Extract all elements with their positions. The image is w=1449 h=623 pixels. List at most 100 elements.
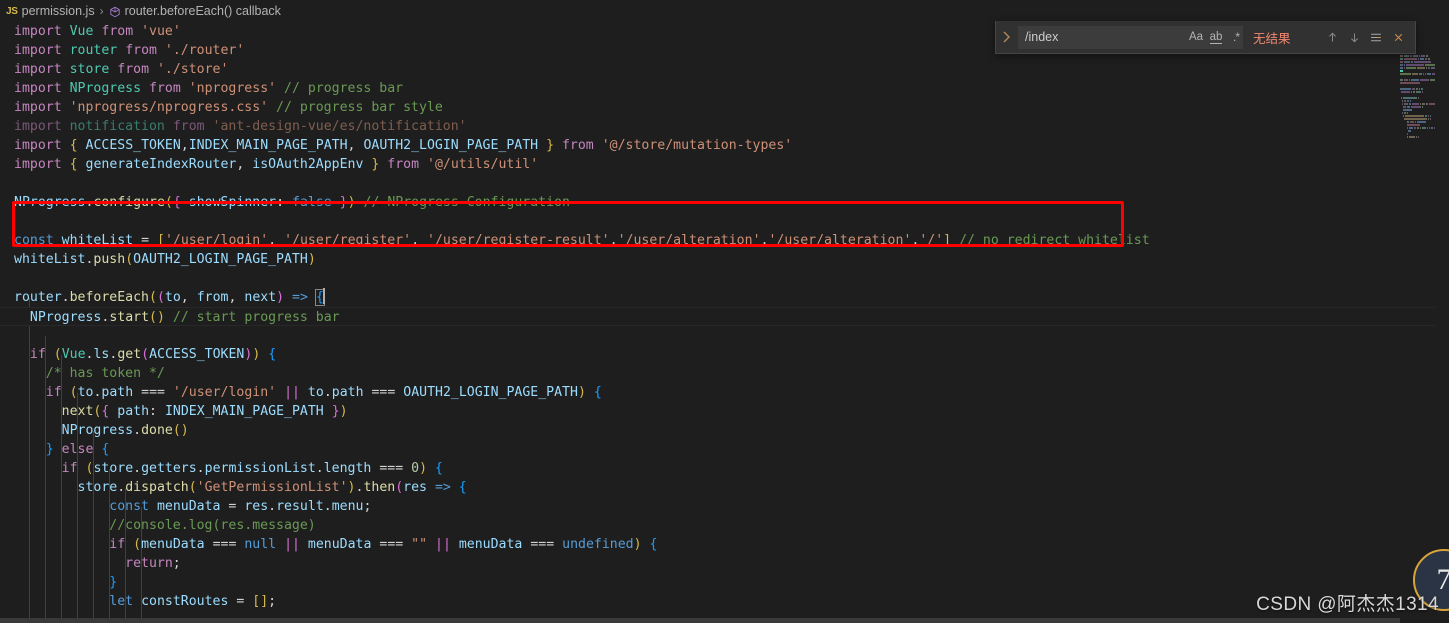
minimap-token bbox=[1426, 73, 1432, 75]
minimap-token bbox=[1404, 67, 1406, 69]
code-line: next({ path: INDEX_MAIN_PAGE_PATH }) bbox=[61, 404, 348, 419]
minimap-token bbox=[1403, 109, 1412, 111]
find-input[interactable] bbox=[1019, 26, 1186, 48]
minimap-token bbox=[1433, 127, 1435, 129]
match-case-icon[interactable]: Aa bbox=[1186, 28, 1206, 47]
minimap-token bbox=[1409, 55, 1412, 57]
code-editor[interactable]: import Vue from 'vue' import router from… bbox=[0, 22, 1449, 623]
minimap-token bbox=[1408, 127, 1414, 129]
horizontal-scrollbar[interactable] bbox=[0, 618, 1400, 623]
minimap-token bbox=[1417, 67, 1425, 69]
minimap-token bbox=[1429, 127, 1431, 129]
vscode-editor-window: JS permission.js › router.beforeEach() c… bbox=[0, 0, 1449, 623]
minimap-token bbox=[1421, 103, 1426, 105]
minimap-token bbox=[1429, 79, 1435, 81]
js-file-icon: JS bbox=[6, 5, 18, 17]
minimap-token bbox=[1416, 127, 1419, 129]
minimap-token bbox=[1419, 55, 1421, 57]
code-line: whiteList.push(OAUTH2_LOGIN_PAGE_PATH) bbox=[14, 252, 316, 267]
minimap-token bbox=[1419, 103, 1421, 105]
overview-ruler[interactable] bbox=[1435, 44, 1449, 623]
minimap-token bbox=[1404, 61, 1411, 63]
code-line: import notification from 'ant-design-vue… bbox=[14, 119, 467, 134]
minimap-token bbox=[1404, 100, 1406, 102]
minimap-token bbox=[1404, 58, 1417, 60]
breadcrumb-separator: › bbox=[99, 4, 104, 18]
minimap-token bbox=[1405, 115, 1425, 117]
minimap-token bbox=[1407, 112, 1409, 114]
code-line: NProgress.done() bbox=[61, 423, 189, 438]
minimap-token bbox=[1410, 121, 1415, 123]
previous-match-icon[interactable] bbox=[1321, 26, 1343, 48]
code-content: import Vue from 'vue' import router from… bbox=[0, 22, 1449, 623]
minimap-token bbox=[1404, 103, 1409, 105]
minimap-token bbox=[1426, 55, 1428, 57]
code-line: router.beforeEach((to, from, next) => { bbox=[14, 288, 325, 306]
minimap-token bbox=[1411, 103, 1419, 105]
minimap-token bbox=[1417, 97, 1419, 99]
use-regex-icon[interactable]: .* bbox=[1226, 28, 1246, 47]
minimap-token bbox=[1403, 115, 1405, 117]
code-line: store.dispatch('GetPermissionList').then… bbox=[77, 480, 467, 495]
minimap-token bbox=[1417, 136, 1420, 138]
minimap-token bbox=[1420, 58, 1425, 60]
next-match-icon[interactable] bbox=[1343, 26, 1365, 48]
minimap-token bbox=[1414, 61, 1431, 63]
minimap-token bbox=[1427, 115, 1429, 117]
find-actions bbox=[1321, 26, 1415, 48]
toggle-replace-icon[interactable] bbox=[996, 21, 1016, 53]
match-whole-word-icon[interactable]: ab bbox=[1206, 28, 1226, 47]
minimap-token bbox=[1422, 106, 1424, 108]
minimap-token bbox=[1402, 103, 1404, 105]
minimap-token bbox=[1416, 91, 1421, 93]
minimap-token bbox=[1404, 112, 1407, 114]
code-line: import store from './store' bbox=[14, 62, 229, 77]
find-widget[interactable]: Aa ab .* 无结果 bbox=[995, 21, 1416, 54]
minimap-token bbox=[1424, 64, 1435, 66]
minimap-token bbox=[1402, 112, 1404, 114]
code-line: if (to.path === '/user/login' || to.path… bbox=[45, 385, 602, 400]
breadcrumb-file-name[interactable]: permission.js bbox=[22, 4, 95, 18]
code-line: if (store.getters.permissionList.length … bbox=[61, 461, 443, 476]
minimap-token bbox=[1406, 64, 1424, 66]
minimap[interactable] bbox=[1400, 44, 1435, 623]
minimap-token bbox=[1417, 58, 1420, 60]
minimap-token bbox=[1417, 121, 1426, 123]
minimap-token bbox=[1426, 127, 1429, 129]
minimap-token bbox=[1414, 127, 1416, 129]
minimap-token bbox=[1412, 88, 1415, 90]
minimap-token bbox=[1412, 91, 1416, 93]
minimap-token bbox=[1400, 67, 1404, 69]
minimap-token bbox=[1409, 79, 1411, 81]
minimap-token bbox=[1407, 106, 1410, 108]
code-line-current: NProgress.start() // start progress bar bbox=[0, 307, 1449, 326]
code-line: let constRoutes = []; bbox=[109, 594, 277, 609]
minimap-token bbox=[1410, 100, 1412, 102]
minimap-token bbox=[1425, 67, 1427, 69]
minimap-token bbox=[1400, 58, 1404, 60]
minimap-token bbox=[1425, 58, 1427, 60]
code-line: const menuData = res.result.menu; bbox=[109, 499, 372, 514]
minimap-token bbox=[1402, 100, 1404, 102]
minimap-token bbox=[1403, 106, 1407, 108]
minimap-token bbox=[1400, 64, 1404, 66]
minimap-token bbox=[1412, 55, 1419, 57]
minimap-token bbox=[1404, 118, 1428, 120]
minimap-token bbox=[1409, 103, 1411, 105]
minimap-token bbox=[1431, 127, 1433, 129]
code-line: import NProgress from 'nprogress' // pro… bbox=[14, 81, 404, 96]
find-in-selection-icon[interactable] bbox=[1365, 26, 1387, 48]
close-icon[interactable] bbox=[1387, 26, 1409, 48]
breadcrumb: JS permission.js › router.beforeEach() c… bbox=[0, 0, 1449, 22]
minimap-token bbox=[1406, 121, 1410, 123]
code-line: const whiteList = ['/user/login', '/user… bbox=[14, 233, 1150, 248]
cube-icon bbox=[109, 6, 121, 21]
breadcrumb-symbol-name[interactable]: router.beforeEach() callback bbox=[125, 4, 281, 18]
code-line: } bbox=[109, 575, 118, 590]
minimap-token bbox=[1424, 73, 1426, 75]
minimap-token bbox=[1421, 127, 1426, 129]
horizontal-scrollbar-thumb[interactable] bbox=[0, 618, 1400, 623]
find-input-wrapper[interactable]: Aa ab .* bbox=[1018, 25, 1246, 49]
